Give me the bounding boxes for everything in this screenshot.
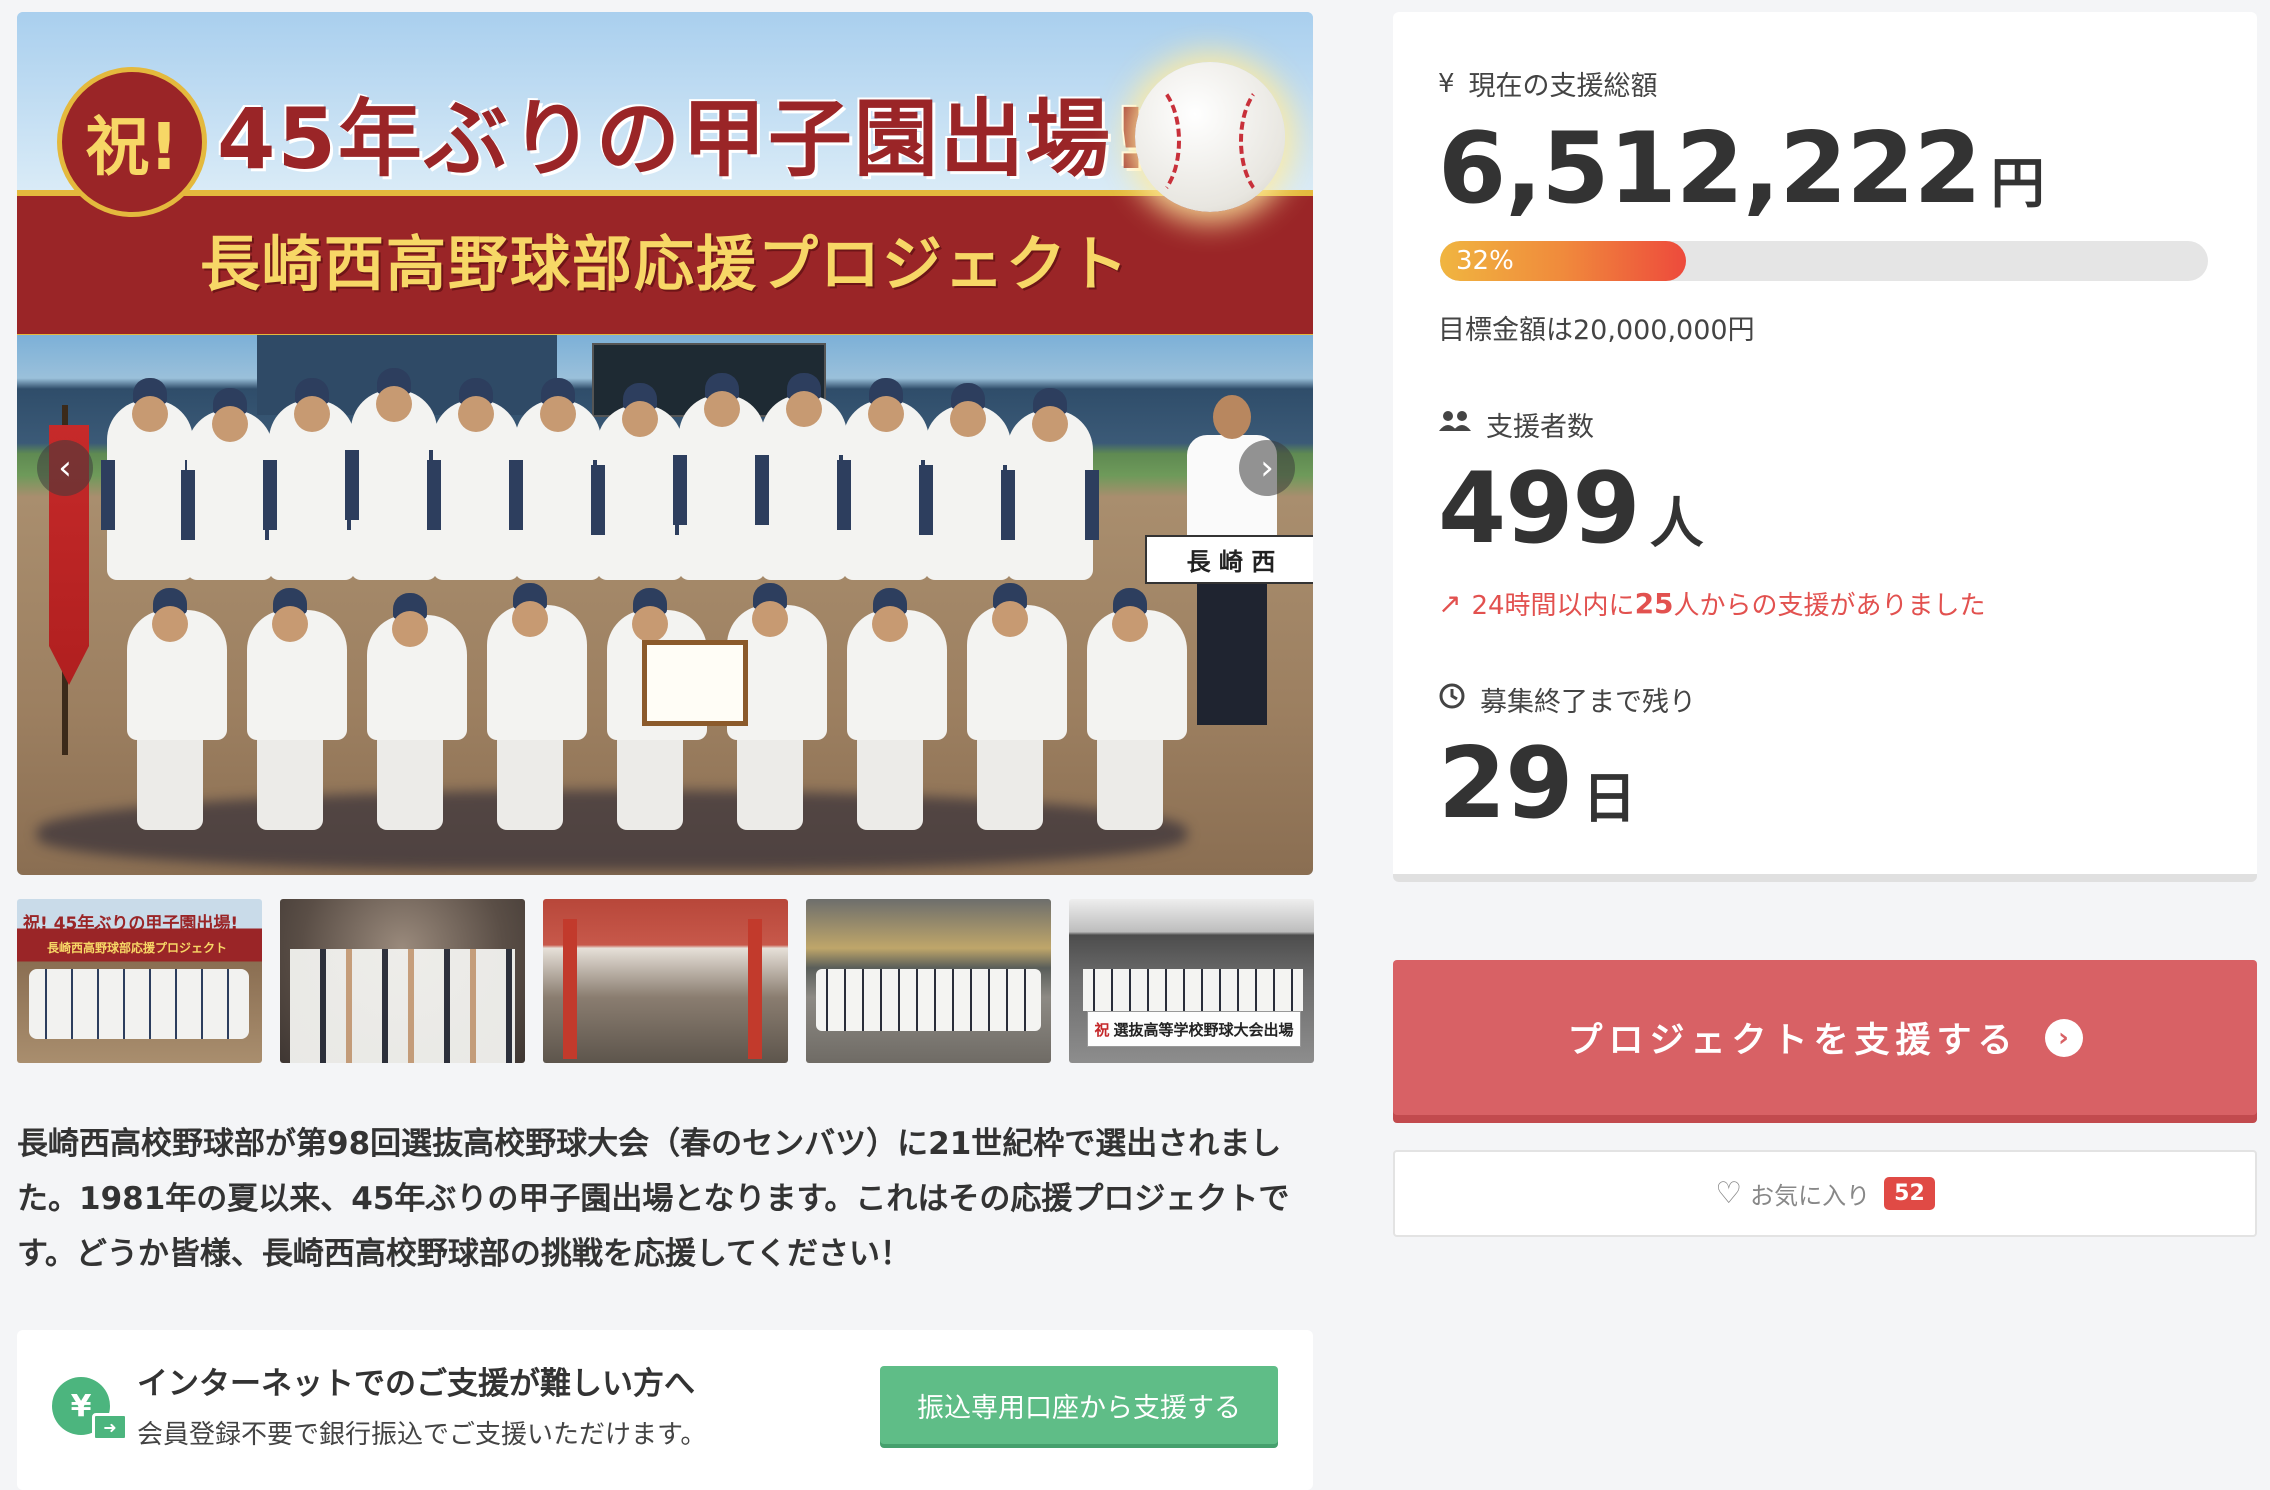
player — [487, 583, 587, 830]
baseball-icon — [1135, 62, 1285, 212]
heart-icon: ♡ — [1715, 1176, 1743, 1211]
team-photo: 長 崎 西 — [17, 335, 1313, 875]
bank-transfer-subtitle: 会員登録不要で銀行振込でご支援いただけます。 — [137, 1420, 707, 1450]
school-sign: 長 崎 西 — [1145, 535, 1313, 584]
thumbnail-title: 祝! 45年ぶりの甲子園出場! — [23, 914, 239, 934]
player — [847, 588, 947, 830]
funding-stats-card: ¥ 現在の支援総額 6,512,222 円 32% 目標金額は20,000,000… — [1393, 12, 2257, 882]
favorite-label: お気に入り — [1750, 1182, 1871, 1210]
player — [127, 588, 227, 830]
progress-fill: 32% — [1440, 241, 1686, 281]
supporters-count: 499 人 — [1438, 452, 1704, 566]
hero-banner: 長崎西高野球部応援プロジェクト 祝! 45年ぶりの甲子園出場! — [17, 12, 1313, 340]
yen-transfer-icon: ¥ ➜ — [52, 1377, 128, 1441]
player — [1087, 588, 1187, 830]
player — [263, 378, 361, 580]
funding-progress-bar: 32% — [1440, 241, 2208, 281]
player — [427, 378, 525, 580]
player — [837, 378, 935, 580]
thumbnail-3[interactable] — [543, 899, 788, 1063]
thumbnail-5[interactable]: 祝選抜高等学校野球大会出場 — [1069, 899, 1314, 1063]
player — [345, 368, 443, 580]
users-icon — [1438, 409, 1472, 440]
thumbnail-subtitle: 長崎西高野球部応援プロジェクト — [47, 941, 228, 955]
banner-title: 45年ぶりの甲子園出場! — [217, 90, 1153, 188]
thumbnail-strip: 祝! 45年ぶりの甲子園出場! 長崎西高野球部応援プロジェクト 祝選抜高等学校野… — [17, 899, 1314, 1063]
player — [591, 383, 689, 580]
thumbnail-2[interactable] — [280, 899, 525, 1063]
favorite-button[interactable]: ♡ お気に入り 52 — [1393, 1150, 2257, 1237]
remaining-label: 募集終了まで残り — [1438, 680, 1696, 719]
banner-bar: 長崎西高野球部応援プロジェクト — [17, 190, 1313, 340]
player — [673, 373, 771, 580]
player — [247, 588, 347, 830]
banner-subtitle: 長崎西高野球部応援プロジェクト — [200, 230, 1130, 300]
remaining-days: 29 日 — [1438, 727, 1636, 841]
support-project-button[interactable]: プロジェクトを支援する › — [1393, 960, 2257, 1115]
player — [1001, 388, 1099, 580]
yen-icon: ¥ — [1438, 68, 1455, 99]
player — [509, 378, 607, 580]
recent-supporters-note: ↗ 24時間以内に 25 人からの支援がありました — [1438, 587, 1986, 621]
project-description: 長崎西高校野球部が第98回選抜高校野球大会（春のセンバツ）に21世紀枠で選出され… — [17, 1126, 1290, 1272]
thumbnail-4[interactable] — [806, 899, 1051, 1063]
banner-iwai-badge: 祝! — [57, 67, 207, 217]
player — [967, 583, 1067, 830]
target-amount: 目標金額は20,000,000円 — [1438, 315, 1755, 346]
total-label: ¥ 現在の支援総額 — [1438, 68, 1658, 103]
player — [919, 383, 1017, 580]
supporters-label: 支援者数 — [1438, 405, 1594, 444]
player — [367, 593, 467, 830]
thumbnail-1[interactable]: 祝! 45年ぶりの甲子園出場! 長崎西高野球部応援プロジェクト — [17, 899, 262, 1063]
progress-percent: 32% — [1456, 246, 1514, 276]
chevron-circle-right-icon: › — [2044, 1018, 2083, 1057]
player — [181, 388, 279, 580]
chevron-right-icon[interactable]: › — [1239, 440, 1295, 496]
certificate — [642, 640, 748, 726]
clock-icon — [1438, 682, 1466, 717]
chevron-left-icon[interactable]: ‹ — [37, 440, 93, 496]
thumbnail-banner: 祝選抜高等学校野球大会出場 — [1087, 1011, 1301, 1047]
hero-image-carousel[interactable]: 長崎西高野球部応援プロジェクト 祝! 45年ぶりの甲子園出場! 長 崎 西 ‹ … — [17, 12, 1313, 875]
bank-transfer-box: ¥ ➜ インターネットでのご支援が難しい方へ 会員登録不要で銀行振込でご支援いただ… — [17, 1330, 1313, 1490]
bank-transfer-button[interactable]: 振込専用口座から支援する — [880, 1366, 1278, 1444]
bank-transfer-title: インターネットでのご支援が難しい方へ — [137, 1366, 695, 1402]
players-group — [101, 368, 1197, 830]
favorite-count: 52 — [1884, 1177, 1935, 1210]
total-amount: 6,512,222 円 — [1438, 112, 2045, 226]
trending-up-icon: ↗ — [1438, 587, 1462, 620]
player — [755, 373, 853, 580]
